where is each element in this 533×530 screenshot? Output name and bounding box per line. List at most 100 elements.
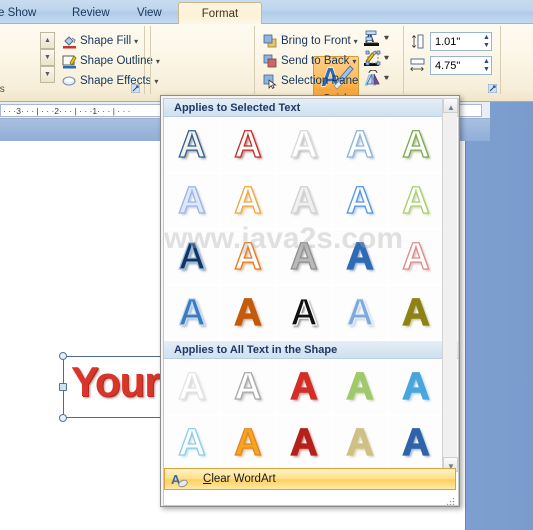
wordart-style-selected-5[interactable]: A <box>389 118 443 172</box>
align-button[interactable] <box>365 30 387 48</box>
wordart-style-preview-glyph: A <box>234 422 263 464</box>
clear-wordart-menu-item[interactable]: A Clear WordArt <box>164 468 456 490</box>
shape-outline-button[interactable]: Shape Outline ▾ <box>60 51 160 71</box>
wordart-style-all-3[interactable]: A <box>277 360 331 414</box>
wordart-style-preview-glyph: A <box>178 124 207 166</box>
wordart-style-selected-18[interactable]: A <box>277 286 331 340</box>
wordart-style-preview-glyph: A <box>402 292 431 334</box>
wordart-style-preview-glyph: A <box>290 292 319 334</box>
group-button[interactable] <box>365 50 387 68</box>
wordart-style-selected-12[interactable]: A <box>221 230 275 284</box>
paint-bucket-icon <box>62 34 77 49</box>
wordart-style-selected-20[interactable]: A <box>389 286 443 340</box>
wordart-style-preview-glyph: A <box>290 422 319 464</box>
gallery-section-selected-text: AAAAAAAAAAAAAAAAAAAA <box>164 117 458 341</box>
wordart-style-all-7[interactable]: A <box>221 416 275 470</box>
wordart-style-selected-9[interactable]: A <box>333 174 387 228</box>
wordart-style-all-4[interactable]: A <box>333 360 387 414</box>
clear-wordart-label-rest: lear WordArt <box>211 473 276 485</box>
tab-format[interactable]: Format <box>178 2 262 25</box>
bring-to-front-button[interactable]: Bring to Front ▾ <box>261 31 358 51</box>
bring-to-front-icon <box>263 34 278 49</box>
chevron-down-icon[interactable]: ▾ <box>352 57 356 66</box>
shape-fill-label: Shape Fill <box>80 35 132 47</box>
wordart-text[interactable]: Your <box>71 358 161 406</box>
wordart-style-preview-glyph: A <box>346 236 375 278</box>
wordart-style-all-8[interactable]: A <box>277 416 331 470</box>
wordart-style-all-2[interactable]: A <box>221 360 275 414</box>
wordart-style-preview-glyph: A <box>178 422 207 464</box>
shape-outline-label: Shape Outline <box>80 55 153 67</box>
gallery-section-header-all-text: Applies to All Text in the Shape <box>164 341 458 359</box>
resize-handle-top-left[interactable] <box>59 352 67 360</box>
wordart-style-preview-glyph: A <box>346 366 375 408</box>
gallery-row: AAAAA <box>164 117 458 173</box>
wordart-style-all-10[interactable]: A <box>389 416 443 470</box>
wordart-style-preview-glyph: A <box>290 180 319 222</box>
wordart-style-selected-19[interactable]: A <box>333 286 387 340</box>
wordart-style-selected-3[interactable]: A <box>277 118 331 172</box>
send-to-back-button[interactable]: Send to Back ▾ <box>261 51 356 71</box>
shape-height-stepper[interactable]: ▲ ▼ <box>480 32 493 51</box>
wordart-style-all-6[interactable]: A <box>165 416 219 470</box>
wordart-style-all-9[interactable]: A <box>333 416 387 470</box>
gallery-section-header-selected-text: Applies to Selected Text <box>164 99 458 117</box>
shape-gallery-scroll-down[interactable]: ▼ <box>40 49 55 66</box>
group-wordart-styles: A Quick Styles▾ A ▾ <box>150 26 388 118</box>
group-chevron-down-icon[interactable]: ▾ <box>385 53 389 62</box>
shape-gallery-scroll-up[interactable]: ▲ <box>40 32 55 49</box>
shape-height-icon <box>410 34 425 52</box>
wordart-style-preview-glyph: A <box>290 236 319 278</box>
selection-pane-button[interactable]: Selection Pane <box>261 71 358 91</box>
chevron-down-icon[interactable]: ▾ <box>134 37 138 46</box>
wordart-style-all-1[interactable]: A <box>165 360 219 414</box>
wordart-style-selected-2[interactable]: A <box>221 118 275 172</box>
size-dialog-launcher[interactable] <box>487 83 498 94</box>
wordart-style-selected-10[interactable]: A <box>389 174 443 228</box>
wordart-style-selected-15[interactable]: A <box>389 230 443 284</box>
bring-to-front-label: Bring to Front <box>281 35 351 47</box>
gallery-row: AAAAA <box>164 415 458 471</box>
rotate-button[interactable] <box>365 69 387 88</box>
shape-fill-button[interactable]: Shape Fill ▾ <box>60 31 138 51</box>
rotate-icon <box>366 69 380 85</box>
tab-view[interactable]: View <box>127 3 172 24</box>
wordart-style-selected-16[interactable]: A <box>165 286 219 340</box>
wordart-style-selected-8[interactable]: A <box>277 174 331 228</box>
wordart-style-all-5[interactable]: A <box>389 360 443 414</box>
wordart-style-selected-17[interactable]: A <box>221 286 275 340</box>
wordart-style-preview-glyph: A <box>402 422 431 464</box>
wordart-style-selected-4[interactable]: A <box>333 118 387 172</box>
tab-review[interactable]: Review <box>62 3 120 24</box>
group-icon <box>365 50 381 66</box>
wordart-style-preview-glyph: A <box>234 124 263 166</box>
align-chevron-down-icon[interactable]: ▾ <box>385 33 389 42</box>
send-to-back-label: Send to Back <box>281 55 350 67</box>
wordart-style-preview-glyph: A <box>402 236 431 278</box>
wordart-style-selected-13[interactable]: A <box>277 230 331 284</box>
resize-handle-bottom-left[interactable] <box>59 414 67 422</box>
wordart-style-preview-glyph: A <box>402 366 431 408</box>
shape-width-stepper[interactable]: ▲ ▼ <box>480 56 493 75</box>
wordart-style-selected-6[interactable]: A <box>165 174 219 228</box>
chevron-down-icon[interactable]: ▾ <box>354 37 358 46</box>
gallery-row: AAAAA <box>164 229 458 285</box>
wordart-style-preview-glyph: A <box>346 422 375 464</box>
wordart-style-selected-11[interactable]: A <box>165 230 219 284</box>
rotate-chevron-down-icon[interactable]: ▾ <box>385 73 389 82</box>
wordart-style-preview-glyph: A <box>178 236 207 278</box>
scroll-up-icon[interactable]: ▲ <box>443 98 458 113</box>
tab-slide-show[interactable]: e Show <box>0 3 46 24</box>
wordart-style-selected-1[interactable]: A <box>165 118 219 172</box>
shape-styles-dialog-launcher[interactable] <box>130 83 141 94</box>
gallery-scrollbar[interactable]: ▲ ▼ <box>442 98 458 472</box>
wordart-style-selected-7[interactable]: A <box>221 174 275 228</box>
shape-gallery-more[interactable]: ▼ <box>40 66 55 83</box>
ribbon-tab-strip: e Show Review View Format <box>0 0 533 25</box>
wordart-style-preview-glyph: A <box>234 366 263 408</box>
wordart-style-preview-glyph: A <box>346 180 375 222</box>
wordart-style-selected-14[interactable]: A <box>333 230 387 284</box>
wordart-style-preview-glyph: A <box>178 292 207 334</box>
resize-grip-icon[interactable] <box>446 496 455 506</box>
resize-handle-middle-left[interactable] <box>59 383 67 391</box>
